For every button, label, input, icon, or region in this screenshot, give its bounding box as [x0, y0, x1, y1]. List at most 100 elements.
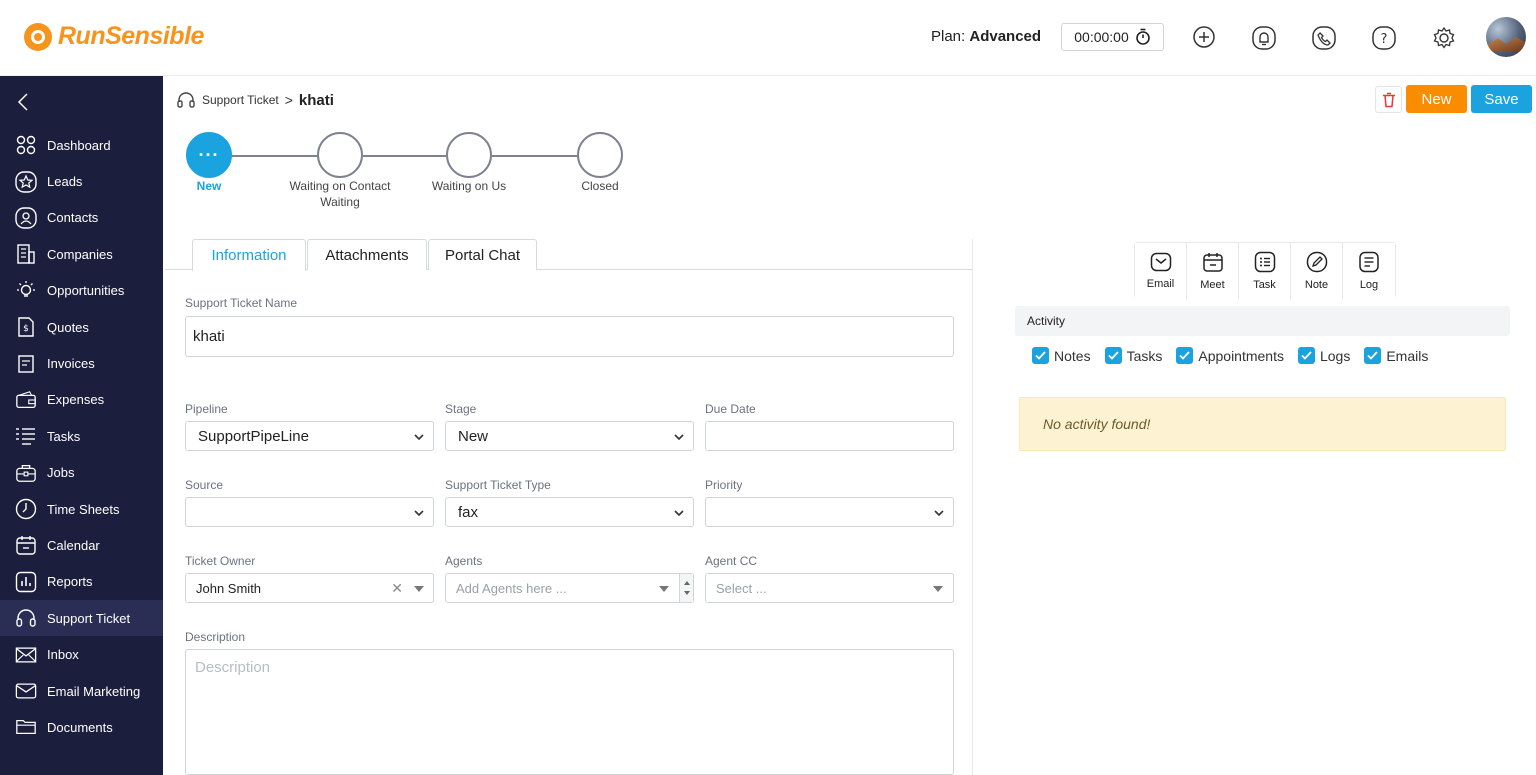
tasks-icon	[15, 425, 37, 447]
priority-select[interactable]	[705, 497, 954, 527]
activity-meet-button[interactable]: Meet	[1187, 243, 1239, 299]
sidebar-item-email-marketing[interactable]: Email Marketing	[0, 673, 163, 709]
sidebar-item-label: Calendar	[47, 537, 100, 553]
sidebar-item-expenses[interactable]: Expenses	[0, 382, 163, 418]
brand-logo[interactable]: RunSensible	[24, 22, 204, 51]
calendar-icon	[15, 534, 37, 556]
checkbox-checked-icon[interactable]	[1032, 347, 1049, 364]
sidebar-item-quotes[interactable]: $ Quotes	[0, 309, 163, 345]
pipeline-select[interactable]: SupportPipeLine	[185, 421, 434, 451]
step-closed-circle[interactable]	[577, 132, 623, 178]
headset-icon	[177, 92, 195, 108]
sidebar-item-support-ticket[interactable]: Support Ticket	[0, 600, 163, 637]
checkbox-checked-icon[interactable]	[1176, 347, 1194, 364]
bell-icon[interactable]	[1250, 24, 1278, 52]
caret-down-icon[interactable]	[414, 586, 424, 592]
due-date-input[interactable]	[705, 421, 954, 451]
tab-attachments[interactable]: Attachments	[307, 239, 427, 270]
checkbox-checked-icon[interactable]	[1104, 347, 1122, 364]
checkbox-checked-icon[interactable]	[1297, 347, 1315, 364]
ticket-name-label: Support Ticket Name	[185, 296, 298, 310]
timer-value: 00:00:00	[1074, 29, 1129, 45]
sidebar-item-documents[interactable]: Documents	[0, 709, 163, 745]
sidebar-item-leads[interactable]: Leads	[0, 163, 163, 199]
description-textarea[interactable]: Description	[185, 649, 954, 775]
activity-email-label: Email	[1146, 278, 1175, 290]
help-icon[interactable]: ?	[1370, 24, 1398, 52]
brand-name: RunSensible	[58, 22, 204, 50]
checkbox-checked-icon[interactable]	[1364, 347, 1382, 364]
filter-tasks[interactable]: Tasks	[1104, 347, 1163, 364]
activity-note-button[interactable]: Note	[1291, 243, 1343, 299]
source-select[interactable]	[185, 497, 434, 527]
ticket-type-value: fax	[458, 503, 479, 521]
sidebar-item-opportunities[interactable]: Opportunities	[0, 273, 163, 309]
sidebar-item-reports[interactable]: Reports	[0, 564, 163, 600]
pipeline-label: Pipeline	[185, 402, 228, 416]
agent-cc-select[interactable]: Select ...	[705, 573, 954, 603]
tab-portal-chat[interactable]: Portal Chat	[428, 239, 537, 270]
step-new-circle[interactable]: ···	[186, 132, 232, 178]
filter-notes[interactable]: Notes	[1032, 347, 1091, 364]
step-waiting-us-circle[interactable]	[446, 132, 492, 178]
agent-cc-label: Agent CC	[705, 554, 758, 568]
wallet-icon	[15, 389, 37, 411]
sidebar-item-time-sheets[interactable]: Time Sheets	[0, 491, 163, 527]
filter-logs[interactable]: Logs	[1297, 347, 1350, 364]
filter-appointments[interactable]: Appointments	[1176, 347, 1284, 364]
gear-icon[interactable]	[1430, 24, 1458, 52]
collapse-sidebar-icon[interactable]	[16, 92, 32, 112]
sidebar-item-label: Jobs	[47, 465, 75, 481]
activity-email-button[interactable]: Email	[1135, 243, 1187, 299]
chevron-down-icon	[674, 434, 684, 441]
stage-select[interactable]: New	[445, 421, 694, 451]
filter-label: Tasks	[1126, 347, 1163, 364]
activity-task-button[interactable]: Task	[1239, 243, 1291, 299]
clear-owner-icon[interactable]: ✕	[391, 580, 403, 597]
sidebar-item-jobs[interactable]: Jobs	[0, 455, 163, 491]
clock-icon	[15, 498, 37, 520]
sidebar-item-contacts[interactable]: Contacts	[0, 200, 163, 236]
agents-select[interactable]: Add Agents here ...	[445, 573, 694, 603]
briefcase-icon	[15, 462, 37, 484]
timer-widget[interactable]: 00:00:00	[1061, 23, 1164, 51]
caret-down-icon[interactable]	[933, 586, 943, 592]
step-waiting-contact-circle[interactable]	[317, 132, 363, 178]
sidebar-item-tasks[interactable]: Tasks	[0, 418, 163, 454]
owner-select[interactable]: John Smith ✕	[185, 573, 434, 603]
caret-down-icon[interactable]	[659, 586, 669, 592]
new-button[interactable]: New	[1406, 85, 1467, 113]
sidebar-item-label: Opportunities	[47, 283, 125, 299]
activity-title: Activity	[1027, 314, 1066, 328]
step-label: Waiting on Us	[431, 179, 507, 193]
sidebar-item-invoices[interactable]: Invoices	[0, 345, 163, 381]
activity-log-button[interactable]: Log	[1343, 243, 1395, 299]
ticket-type-select[interactable]: fax	[445, 497, 694, 527]
email-marketing-icon	[15, 680, 37, 702]
user-avatar[interactable]	[1486, 17, 1526, 57]
due-date-label: Due Date	[705, 402, 756, 416]
filter-emails[interactable]: Emails	[1364, 347, 1428, 364]
stage-value: New	[458, 427, 489, 445]
sidebar-item-dashboard[interactable]: Dashboard	[0, 127, 163, 163]
panel-divider	[972, 239, 973, 775]
add-timer-icon[interactable]	[1190, 24, 1218, 52]
save-button[interactable]: Save	[1471, 85, 1532, 113]
source-label: Source	[185, 478, 224, 492]
activity-log-label: Log	[1359, 279, 1379, 291]
tab-information[interactable]: Information	[192, 239, 306, 271]
sidebar-item-label: Dashboard	[47, 137, 111, 153]
stopwatch-icon[interactable]	[1135, 28, 1151, 46]
sidebar-item-calendar[interactable]: Calendar	[0, 527, 163, 563]
breadcrumb-parent[interactable]: Support Ticket	[202, 93, 279, 107]
meet-calendar-icon	[1202, 253, 1223, 272]
delete-button[interactable]	[1375, 86, 1402, 113]
phone-icon[interactable]	[1310, 24, 1338, 52]
sidebar-item-inbox[interactable]: Inbox	[0, 636, 163, 672]
quote-icon: $	[15, 316, 37, 338]
lightbulb-icon	[15, 280, 37, 302]
agents-spinner[interactable]	[679, 574, 693, 602]
sidebar-item-companies[interactable]: Companies	[0, 236, 163, 272]
contact-icon	[15, 207, 37, 229]
ticket-name-input[interactable]: khati	[185, 316, 954, 357]
